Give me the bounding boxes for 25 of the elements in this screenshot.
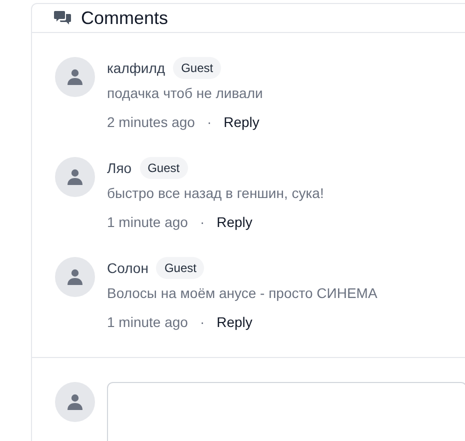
guest-badge: Guest — [173, 57, 222, 79]
person-icon — [66, 168, 84, 186]
reply-button[interactable]: Reply — [216, 312, 252, 333]
comment-time: 2 minutes ago — [107, 113, 195, 132]
comment-text: подачка чтоб не ливали — [107, 84, 263, 103]
comment-text: быстро все назад в геншин, сука! — [107, 184, 324, 203]
chat-bubbles-icon — [54, 10, 71, 26]
separator-dot: · — [206, 113, 212, 132]
comment-text: Волосы на моём анусе - просто СИНЕМА — [107, 284, 378, 303]
separator-dot: · — [200, 213, 205, 232]
panel-title: Comments — [81, 6, 168, 30]
guest-badge: Guest — [156, 257, 204, 279]
reply-button[interactable]: Reply — [216, 212, 252, 233]
person-icon — [66, 268, 84, 286]
person-icon — [66, 68, 84, 86]
comment-time: 1 minute ago — [107, 313, 188, 332]
author-name: Солон — [107, 258, 148, 278]
comment-time: 1 minute ago — [107, 213, 188, 232]
author-name: Ляо — [107, 158, 132, 178]
comment-input-field[interactable] — [107, 382, 465, 441]
reply-button[interactable]: Reply — [224, 112, 260, 133]
guest-badge: Guest — [140, 157, 188, 179]
separator-dot: · — [200, 313, 205, 332]
author-name: калфилд — [107, 58, 166, 78]
person-icon — [66, 393, 84, 411]
